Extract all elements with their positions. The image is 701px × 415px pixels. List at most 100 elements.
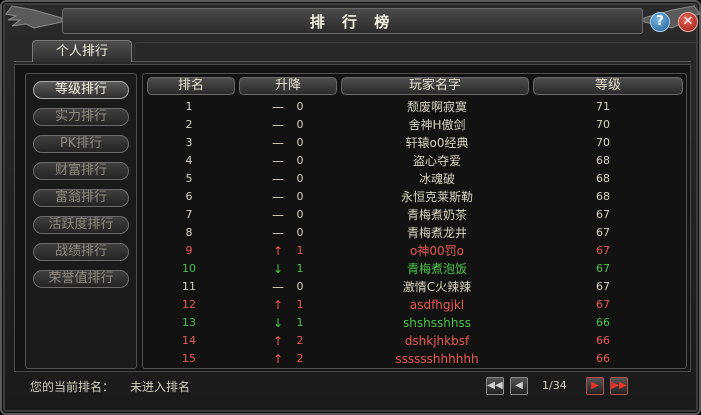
change-cell: 2 — [296, 352, 304, 365]
rank-cell: 11 — [182, 280, 196, 293]
change-cell: 1 — [296, 298, 304, 311]
change-cell: 0 — [296, 226, 304, 239]
header-player-name[interactable]: 玩家名字 — [341, 77, 529, 95]
player-name-cell: 舍神H傲剑 — [408, 118, 466, 132]
window-title: 排 行 榜 — [309, 13, 396, 31]
category-power-ranking[interactable]: 实力排行 — [33, 108, 129, 126]
change-cell: 0 — [296, 118, 304, 131]
change-arrow-icon: — — [272, 172, 284, 186]
level-cell: 68 — [596, 154, 610, 167]
header-level[interactable]: 等级 — [533, 77, 683, 95]
title-ornament-left — [5, 5, 63, 29]
category-rich-ranking[interactable]: 富翁排行 — [33, 189, 129, 207]
current-rank-label: 您的当前排名： — [30, 380, 115, 394]
change-cell: 0 — [296, 280, 304, 293]
change-arrow-icon: — — [272, 100, 284, 114]
rank-cell: 3 — [185, 136, 193, 149]
player-name-cell: shshsshhss — [403, 316, 471, 330]
change-cell: 0 — [296, 100, 304, 113]
player-name-cell: sssssshhhhhh — [395, 352, 479, 366]
ranking-window: 排 行 榜 ? ✕ 个人排行 等级排行 实力排行 PK排行 财富排行 富翁排行 … — [0, 0, 701, 415]
change-arrow-icon: — — [272, 208, 284, 222]
tab-bar: 个人排行 — [14, 40, 701, 62]
player-name-cell: 青梅煮龙井 — [406, 226, 467, 240]
header-change[interactable]: 升降 — [239, 77, 337, 95]
rank-cell: 14 — [182, 334, 196, 347]
change-cell: 2 — [296, 334, 304, 347]
help-icon[interactable]: ? — [650, 12, 670, 32]
category-activity-ranking[interactable]: 活跃度排行 — [33, 216, 129, 234]
player-name-cell: 颓废啊寂寞 — [406, 100, 467, 114]
tab-personal-ranking[interactable]: 个人排行 — [32, 40, 132, 62]
table-row[interactable]: 4 — 0 盗心夺爱 68 — [145, 152, 685, 170]
table-row[interactable]: 6 — 0 永恒克莱斯勒 68 — [145, 188, 685, 206]
change-arrow-icon: — — [272, 280, 284, 294]
header-rank[interactable]: 排名 — [147, 77, 235, 95]
change-cell: 0 — [296, 190, 304, 203]
category-wealth-ranking[interactable]: 财富排行 — [33, 162, 129, 180]
table-row[interactable]: 1 — 0 颓废啊寂寞 71 — [145, 98, 685, 116]
level-cell: 67 — [596, 208, 610, 221]
table-row[interactable]: 11 — 0 激情C火辣辣 67 — [145, 278, 685, 296]
player-name-cell: 激情C火辣辣 — [402, 280, 472, 294]
table-row[interactable]: 14 ↑ 2 dshkjhkbsf 66 — [145, 332, 685, 350]
prev-page-icon[interactable]: ◀ — [510, 377, 528, 395]
table-row[interactable]: 13 ↓ 1 shshsshhss 66 — [145, 314, 685, 332]
category-pk-ranking[interactable]: PK排行 — [33, 135, 129, 153]
level-cell: 68 — [596, 172, 610, 185]
first-page-icon[interactable]: ◀◀ — [486, 377, 504, 395]
close-icon[interactable]: ✕ — [678, 12, 698, 32]
level-cell: 70 — [596, 136, 610, 149]
table-row[interactable]: 7 — 0 青梅煮奶茶 67 — [145, 206, 685, 224]
tab-bar-fill — [134, 42, 701, 62]
current-rank-value: 未进入排名 — [130, 380, 191, 394]
level-cell: 67 — [596, 244, 610, 257]
change-cell: 1 — [296, 244, 304, 257]
change-arrow-icon: — — [272, 226, 284, 240]
level-cell: 66 — [596, 352, 610, 365]
level-cell: 67 — [596, 226, 610, 239]
rank-cell: 15 — [182, 352, 196, 365]
table-row[interactable]: 8 — 0 青梅煮龙井 67 — [145, 224, 685, 242]
category-panel: 等级排行 实力排行 PK排行 财富排行 富翁排行 活跃度排行 战绩排行 荣誉值排… — [25, 73, 137, 369]
player-name-cell: 盗心夺爱 — [412, 154, 461, 168]
next-page-icon[interactable]: ▶ — [586, 377, 604, 395]
ranking-table: 排名 升降 玩家名字 等级 1—0 颓废啊寂寞 71 2—0 舍神H傲剑 70 3—0 轩辕o… — [142, 73, 687, 369]
rank-cell: 13 — [182, 316, 196, 329]
player-name-cell: 轩辕o0经典 — [405, 136, 469, 150]
level-cell: 68 — [596, 190, 610, 203]
table-row[interactable]: 15 ↑ 2 sssssshhhhhh 66 — [145, 350, 685, 368]
level-cell: 71 — [596, 100, 610, 113]
last-page-icon[interactable]: ▶▶ — [610, 377, 628, 395]
change-arrow-icon: ↓ — [272, 262, 284, 276]
rank-cell: 12 — [182, 298, 196, 311]
rank-cell: 8 — [185, 226, 193, 239]
level-cell: 67 — [596, 280, 610, 293]
table-row[interactable]: 9 ↑ 1 o神00罚o 67 — [145, 242, 685, 260]
category-honor-ranking[interactable]: 荣誉值排行 — [33, 270, 129, 288]
player-name-cell: dshkjhkbsf — [404, 334, 470, 348]
table-row[interactable]: 10 ↓ 1 青梅煮泡饭 67 — [145, 260, 685, 278]
rank-cell: 9 — [185, 244, 193, 257]
table-row[interactable]: 5 — 0 冰魂破 68 — [145, 170, 685, 188]
change-arrow-icon: ↑ — [272, 298, 284, 312]
rank-cell: 1 — [185, 100, 193, 113]
player-name-cell: 青梅煮奶茶 — [406, 208, 467, 222]
level-cell: 70 — [596, 118, 610, 131]
level-cell: 66 — [596, 316, 610, 329]
change-cell: 0 — [296, 172, 304, 185]
rank-cell: 2 — [185, 118, 193, 131]
title-bar[interactable]: 排 行 榜 — [62, 8, 643, 34]
level-cell: 67 — [596, 298, 610, 311]
rank-cell: 5 — [185, 172, 193, 185]
player-name-cell: 永恒克莱斯勒 — [400, 190, 473, 204]
category-level-ranking[interactable]: 等级排行 — [33, 81, 129, 99]
page-indicator: 1/34 — [542, 379, 567, 392]
rank-cell: 7 — [185, 208, 193, 221]
table-row[interactable]: 12 ↑ 1 asdfhgjkl 67 — [145, 296, 685, 314]
table-row[interactable]: 2 — 0 舍神H傲剑 70 — [145, 116, 685, 134]
category-battle-ranking[interactable]: 战绩排行 — [33, 243, 129, 261]
table-row[interactable]: 3 — 0 轩辕o0经典 70 — [145, 134, 685, 152]
level-cell: 66 — [596, 334, 610, 347]
change-arrow-icon: — — [272, 190, 284, 204]
